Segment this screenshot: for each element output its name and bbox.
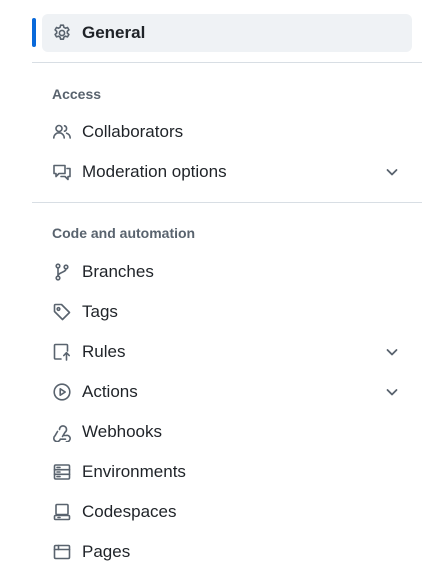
sidebar-item-pages[interactable]: Pages — [42, 533, 412, 571]
tag-icon — [52, 302, 72, 322]
sidebar-item-label: Collaborators — [82, 122, 184, 141]
sidebar-item-label: Tags — [82, 302, 118, 321]
sidebar-item-label: Moderation options — [82, 162, 227, 181]
sidebar-item-label: Environments — [82, 462, 186, 481]
sidebar-item-environments[interactable]: Environments — [42, 453, 412, 491]
sidebar-item-webhooks[interactable]: Webhooks — [42, 413, 412, 451]
sidebar-item-label: Webhooks — [82, 422, 163, 441]
sidebar-item-branches[interactable]: Branches — [42, 253, 412, 291]
sidebar-item-label: Actions — [82, 382, 138, 401]
codespaces-icon — [52, 502, 72, 522]
settings-sidebar: General Access Collaborators Moderation … — [32, 0, 422, 582]
webhook-icon — [52, 422, 72, 442]
sidebar-item-general[interactable]: General — [42, 14, 412, 52]
sidebar-item-rules[interactable]: Rules — [42, 333, 412, 371]
section-heading-code-and-automation: Code and automation — [52, 225, 196, 241]
section-divider — [32, 202, 422, 203]
sidebar-item-codespaces[interactable]: Codespaces — [42, 493, 412, 531]
browser-icon — [52, 542, 72, 562]
sidebar-item-collaborators[interactable]: Collaborators — [42, 113, 412, 151]
play-icon — [52, 382, 72, 402]
sidebar-item-label: Codespaces — [82, 502, 177, 521]
sidebar-item-actions[interactable]: Actions — [42, 373, 412, 411]
server-icon — [52, 462, 72, 482]
chevron-down-icon[interactable] — [384, 344, 400, 360]
git-branch-icon — [52, 262, 72, 282]
sidebar-item-label: Branches — [82, 262, 154, 281]
sidebar-item-label: General — [82, 23, 146, 42]
sidebar-item-moderation-options[interactable]: Moderation options — [42, 153, 412, 191]
report-icon — [52, 162, 72, 182]
people-icon — [52, 122, 72, 142]
chevron-down-icon[interactable] — [384, 384, 400, 400]
repo-push-icon — [52, 342, 72, 362]
sidebar-item-label: Rules — [82, 342, 126, 361]
chevron-down-icon[interactable] — [384, 164, 400, 180]
section-heading-access: Access — [52, 86, 102, 102]
section-divider — [32, 62, 422, 63]
sidebar-item-tags[interactable]: Tags — [42, 293, 412, 331]
active-indicator — [32, 18, 36, 47]
sidebar-item-label: Pages — [82, 542, 131, 561]
gear-icon — [52, 23, 72, 43]
